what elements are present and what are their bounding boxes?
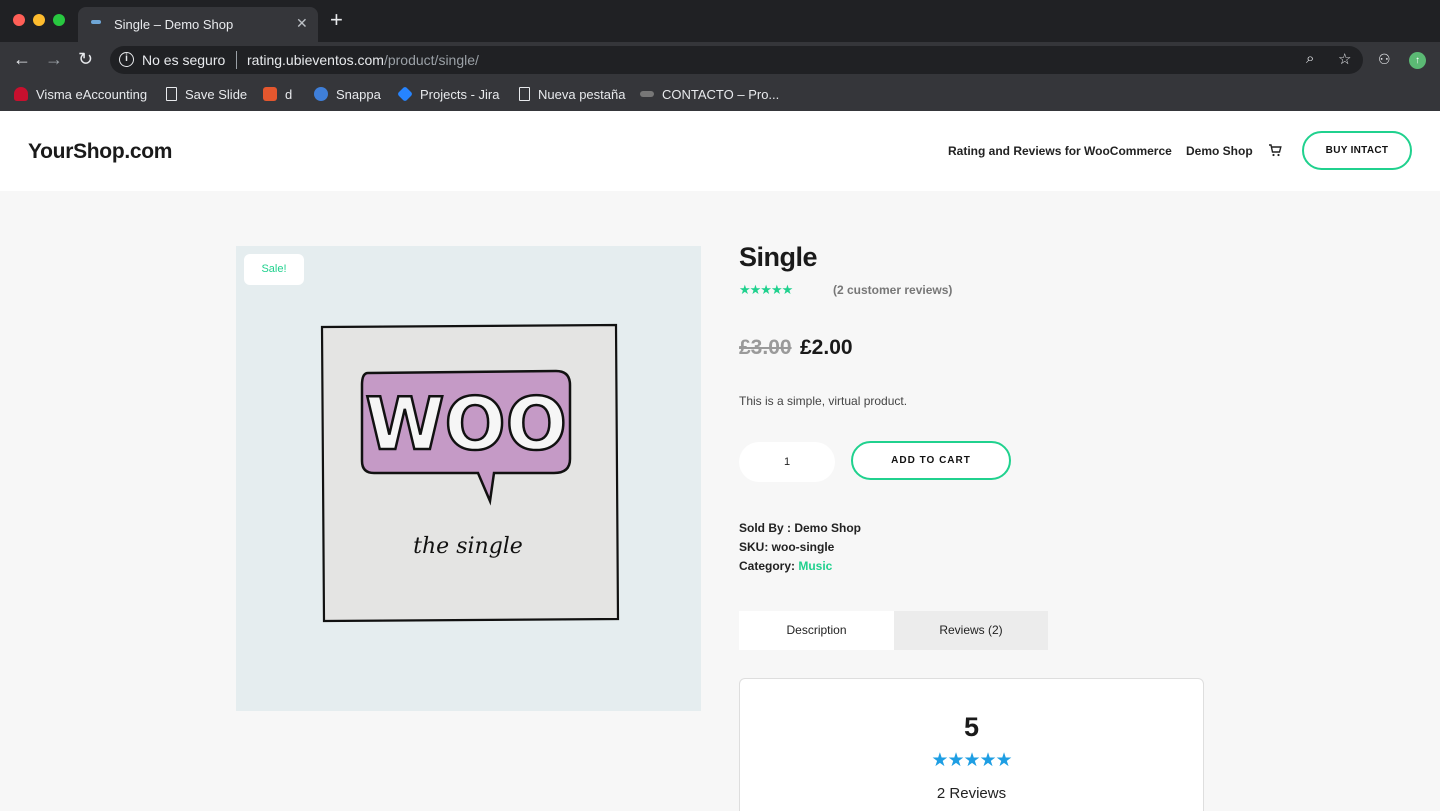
d-icon (263, 87, 277, 101)
buy-intact-button[interactable]: BUY INTACT (1302, 131, 1412, 170)
url-host: rating.ubieventos.com (247, 52, 384, 68)
close-window-button[interactable] (13, 14, 25, 26)
site-header: YourShop.com Rating and Reviews for WooC… (0, 111, 1440, 191)
zoom-icon[interactable]: ⌕ (1306, 50, 1314, 67)
quantity-input[interactable] (739, 442, 835, 482)
page-icon (519, 87, 530, 101)
sold-by-text: Sold By : Demo Shop (739, 521, 862, 535)
new-tab-button[interactable]: + (330, 9, 343, 31)
address-separator (236, 51, 237, 69)
sku-text: SKU: woo-single (739, 540, 835, 554)
cart-icon[interactable] (1268, 143, 1282, 161)
category-label: Category: (739, 559, 799, 573)
woo-single-artwork: WOO the single (320, 323, 620, 623)
rating-stars-icon[interactable]: ★★★★★ (739, 282, 793, 298)
bookmark-d[interactable]: d (263, 84, 292, 104)
product-image[interactable]: Sale! WOO the single (236, 246, 701, 711)
bookmark-label: Save Slide (185, 86, 248, 102)
artwork-single-text: the single (413, 534, 523, 559)
forward-arrow-icon[interactable]: → (45, 49, 63, 69)
bookmark-label: Visma eAccounting (36, 86, 148, 102)
bookmark-visma[interactable]: Visma eAccounting (14, 84, 147, 104)
bookmark-contacto[interactable]: CONTACTO – Pro... (640, 84, 779, 104)
back-arrow-icon[interactable]: ← (13, 49, 31, 69)
artwork-woo-text: WOO (365, 382, 567, 466)
bookmark-label: Nueva pestaña (538, 86, 626, 102)
snappa-icon (314, 87, 328, 101)
reviews-total: 2 Reviews (936, 785, 1007, 802)
jira-icon (397, 86, 413, 102)
bookmark-save-slide[interactable]: Save Slide (166, 84, 247, 104)
maximize-window-button[interactable] (53, 14, 65, 26)
bookmark-label: CONTACTO – Pro... (662, 86, 780, 102)
bookmarks-bar: Visma eAccounting Save Slide d Snappa Pr… (0, 78, 1440, 111)
bookmark-label: d (285, 86, 293, 102)
info-icon[interactable]: i (119, 52, 134, 67)
product-title: Single (739, 242, 818, 272)
category-text: Category: Music (739, 559, 832, 573)
extension-icon[interactable]: ⚇ (1378, 51, 1391, 68)
url-text[interactable]: rating.ubieventos.com/product/single/ (247, 52, 479, 68)
browser-toolbar: ← → ↻ i No es seguro rating.ubieventos.c… (0, 42, 1440, 78)
regular-price: £3.00 (739, 336, 792, 359)
minimize-window-button[interactable] (33, 14, 45, 26)
browser-tab-bar: Single – Demo Shop ✕ + (0, 0, 1440, 42)
customer-reviews-link[interactable]: (2 customer reviews) (833, 283, 952, 297)
bookmark-star-icon[interactable]: ☆ (1338, 50, 1351, 68)
nav-demo-shop[interactable]: Demo Shop (1186, 144, 1253, 158)
bookmark-snappa[interactable]: Snappa (314, 84, 381, 104)
sale-price: £2.00 (800, 336, 853, 359)
bookmark-jira[interactable]: Projects - Jira (397, 84, 500, 104)
url-path: /product/single/ (383, 52, 479, 68)
sale-badge: Sale! (244, 254, 304, 285)
address-bar[interactable]: i No es seguro rating.ubieventos.com/pro… (110, 46, 1363, 74)
profile-avatar-icon[interactable]: ↑ (1409, 52, 1426, 69)
tab-description[interactable]: Description (739, 611, 894, 650)
add-to-cart-button[interactable]: ADD TO CART (851, 441, 1011, 480)
bookmark-label: Projects - Jira (420, 86, 500, 102)
reload-icon[interactable]: ↻ (78, 49, 93, 69)
bookmark-label: Snappa (336, 86, 381, 102)
average-rating: 5 (963, 712, 980, 742)
site-logo[interactable]: YourShop.com (28, 140, 172, 164)
bookmark-nueva-pestana[interactable]: Nueva pestaña (519, 84, 625, 104)
rating-summary-box: 5 ★★★★★ 2 Reviews (739, 678, 1204, 811)
tab-reviews[interactable]: Reviews (2) (894, 611, 1048, 650)
tab-title: Single – Demo Shop (114, 17, 234, 32)
contact-icon (640, 91, 654, 97)
short-description: This is a simple, virtual product. (739, 394, 908, 408)
page-icon (166, 87, 177, 101)
browser-tab[interactable]: Single – Demo Shop ✕ (78, 7, 318, 42)
tab-favicon-icon (91, 20, 101, 24)
visma-icon (14, 87, 28, 101)
nav-rating-reviews[interactable]: Rating and Reviews for WooCommerce (948, 144, 1172, 158)
category-link[interactable]: Music (798, 559, 832, 573)
average-stars-icon: ★★★★★ (931, 750, 1012, 771)
security-label[interactable]: No es seguro (142, 52, 225, 68)
tab-close-icon[interactable]: ✕ (296, 15, 308, 32)
